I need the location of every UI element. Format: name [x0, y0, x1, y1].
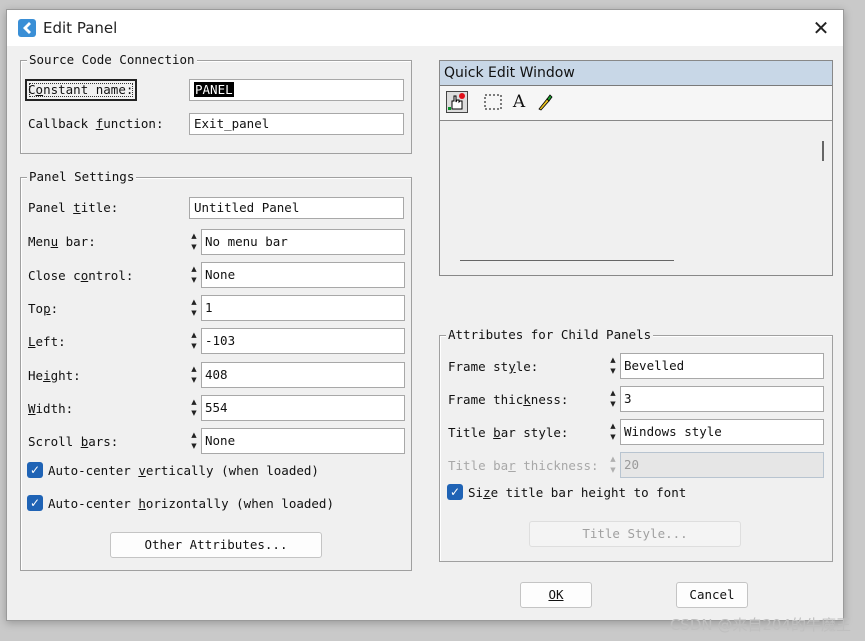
spin-arrows-icon[interactable]: ▲ ▼ [189, 231, 199, 253]
source-code-connection-group: Source Code Connection Constant name: PA… [20, 52, 412, 154]
title-bar-thickness-numeric: ▲ ▼ 20 [608, 452, 824, 478]
spin-arrows-icon[interactable]: ▲ ▼ [189, 264, 199, 286]
quick-edit-window: Quick Edit Window A [439, 60, 833, 276]
size-title-bar-checkbox[interactable]: ✓ Size title bar height to font [447, 484, 686, 500]
spin-arrows-icon[interactable]: ▲ ▼ [189, 297, 199, 319]
size-title-bar-label: Size title bar height to font [468, 484, 687, 500]
vertical-scrollbar[interactable] [822, 141, 824, 161]
spin-arrows-icon[interactable]: ▲ ▼ [608, 388, 618, 410]
quick-edit-canvas[interactable] [440, 121, 832, 275]
height-numeric[interactable]: ▲ ▼ 408 [189, 362, 405, 388]
panel-settings-group: Panel Settings Panel title: Untitled Pan… [20, 169, 412, 571]
other-attributes-button[interactable]: Other Attributes... [110, 532, 322, 558]
watermark: CSDN @来自204的牛魔王 [669, 616, 851, 634]
auto-center-vertically-checkbox[interactable]: ✓ Auto-center vertically (when loaded) [27, 462, 319, 478]
ok-button[interactable]: OK [520, 582, 592, 608]
checkbox-checked-icon[interactable]: ✓ [27, 462, 43, 478]
width-label: Width: [28, 401, 74, 416]
close-control-label: Close control: [28, 268, 134, 283]
frame-thickness-numeric[interactable]: ▲ ▼ 3 [608, 386, 824, 412]
source-legend: Source Code Connection [27, 52, 197, 67]
scroll-bars-label: Scroll bars: [28, 434, 119, 449]
top-label: Top: [28, 301, 59, 316]
frame-style-label: Frame style: [448, 359, 539, 374]
width-numeric[interactable]: ▲ ▼ 554 [189, 395, 405, 421]
left-label: Left: [28, 334, 66, 349]
spin-arrows-icon[interactable]: ▲ ▼ [189, 330, 199, 352]
checkbox-checked-icon[interactable]: ✓ [447, 484, 463, 500]
title-bar-thickness-label: Title bar thickness: [448, 458, 599, 473]
text-tool-icon[interactable]: A [508, 91, 530, 113]
operate-tool-icon[interactable] [446, 91, 468, 113]
constant-name-field[interactable]: PANEL [189, 79, 404, 101]
close-icon[interactable]: ✕ [807, 14, 835, 42]
spin-arrows-icon: ▲ ▼ [610, 455, 616, 474]
panel-title-field[interactable]: Untitled Panel [189, 197, 404, 219]
title-bar: Edit Panel ✕ [7, 10, 843, 46]
height-label: Height: [28, 368, 81, 383]
menu-bar-ring[interactable]: ▲ ▼ No menu bar [189, 229, 405, 255]
auto-center-vertically-label: Auto-center vertically (when loaded) [48, 462, 319, 478]
callback-function-label: Callback function: [28, 116, 164, 131]
spin-arrows-icon[interactable]: ▲ ▼ [608, 421, 618, 443]
spin-arrows-icon[interactable]: ▲ ▼ [189, 397, 199, 419]
quick-edit-title: Quick Edit Window [440, 61, 832, 85]
frame-thickness-label: Frame thickness: [448, 392, 569, 407]
constant-name-label: Constant name: [28, 82, 134, 97]
auto-center-horizontally-checkbox[interactable]: ✓ Auto-center horizontally (when loaded) [27, 495, 334, 511]
scroll-bars-ring[interactable]: ▲ ▼ None [189, 428, 405, 454]
spin-arrows-icon[interactable]: ▲ ▼ [608, 355, 618, 377]
app-icon [18, 19, 36, 37]
panel-title-label: Panel title: [28, 200, 119, 215]
cancel-button[interactable]: Cancel [676, 582, 748, 608]
title-bar-style-label: Title bar style: [448, 425, 569, 440]
edit-panel-dialog: Edit Panel ✕ Source Code Connection Cons… [6, 9, 844, 621]
spin-arrows-icon[interactable]: ▲ ▼ [189, 430, 199, 452]
spin-arrows-icon[interactable]: ▲ ▼ [189, 364, 199, 386]
callback-function-field[interactable]: Exit_panel [189, 113, 404, 135]
menu-bar-label: Menu bar: [28, 234, 96, 249]
quick-edit-toolbar: A [440, 85, 832, 121]
title-bar-style-ring[interactable]: ▲ ▼ Windows style [608, 419, 824, 445]
checkbox-checked-icon[interactable]: ✓ [27, 495, 43, 511]
horizontal-scrollbar[interactable] [460, 260, 674, 261]
panel-settings-legend: Panel Settings [27, 169, 137, 184]
title-style-button: Title Style... [529, 521, 741, 547]
top-numeric[interactable]: ▲ ▼ 1 [189, 295, 405, 321]
color-tool-icon[interactable] [534, 91, 556, 113]
frame-style-ring[interactable]: ▲ ▼ Bevelled [608, 353, 824, 379]
child-panels-legend: Attributes for Child Panels [446, 327, 654, 342]
auto-center-horizontally-label: Auto-center horizontally (when loaded) [48, 495, 334, 511]
window-title: Edit Panel [43, 19, 118, 37]
dialog-client: Source Code Connection Constant name: PA… [7, 46, 843, 620]
close-control-ring[interactable]: ▲ ▼ None [189, 262, 405, 288]
child-panels-group: Attributes for Child Panels Frame style:… [439, 327, 833, 562]
left-numeric[interactable]: ▲ ▼ -103 [189, 328, 405, 354]
select-tool-icon[interactable] [482, 91, 504, 113]
